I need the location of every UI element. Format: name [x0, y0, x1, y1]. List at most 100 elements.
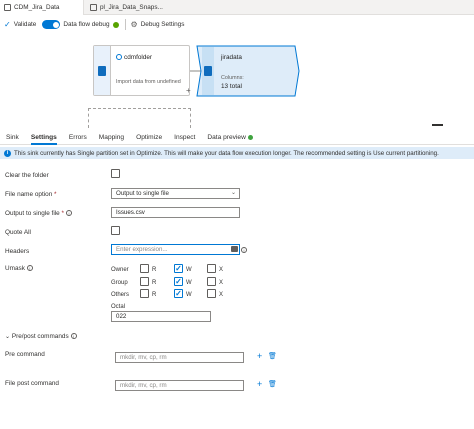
sink-columns-label: Columns:	[221, 75, 244, 81]
toggle-switch[interactable]	[42, 20, 61, 29]
pre-post-commands-header[interactable]: ⌄ Pre/post commands i	[5, 333, 77, 340]
checkmark-icon: ✓	[4, 19, 11, 29]
delete-icon[interactable]: 🗑	[268, 380, 277, 389]
canvas-scroll-indicator	[432, 124, 443, 126]
r-label: R	[152, 267, 157, 273]
post-command-label: File post command	[5, 380, 59, 387]
headers-label: Headers	[5, 248, 30, 255]
headers-expression-input[interactable]: Enter expression...	[111, 244, 240, 255]
label-text: Output to single file	[5, 210, 60, 217]
others-write-checkbox[interactable]	[174, 289, 183, 298]
pre-command-label: Pre command	[5, 351, 45, 358]
quote-all-checkbox[interactable]	[111, 226, 120, 235]
tab-sink[interactable]: Sink	[0, 134, 25, 144]
file-name-option-select[interactable]: Output to single file ⌄	[111, 188, 240, 199]
status-dot-icon	[247, 134, 253, 140]
gear-icon: ⚙	[130, 19, 138, 29]
expression-builder-icon[interactable]	[231, 246, 238, 252]
validate-button[interactable]: ✓ Validate	[4, 19, 37, 29]
r-label: R	[152, 280, 157, 286]
owner-write-checkbox[interactable]	[174, 264, 183, 273]
add-source-placeholder[interactable]	[88, 108, 191, 128]
file-name-option-label: File name option *	[5, 191, 57, 198]
x-label: X	[219, 292, 224, 298]
source-node-header: cdmfolder	[116, 54, 152, 61]
output-file-name-input[interactable]: Issues.csv	[111, 207, 240, 218]
post-command-input[interactable]: mkdir, mv, cp, rm	[115, 380, 244, 391]
group-write-checkbox[interactable]	[174, 277, 183, 286]
info-icon[interactable]: i	[66, 210, 72, 217]
output-single-file-label: Output to single file * i	[5, 210, 72, 217]
tab-errors[interactable]: Errors	[63, 134, 93, 144]
data-flow-debug-toggle[interactable]: Data flow debug	[42, 20, 119, 29]
source-icon	[98, 65, 106, 76]
data-flow-icon	[4, 4, 11, 11]
section-title: Pre/post commands	[11, 333, 69, 340]
x-label: X	[219, 280, 224, 286]
octal-input[interactable]: 022	[111, 311, 211, 322]
w-label: W	[186, 292, 192, 298]
label-text: File name option	[5, 191, 53, 198]
tab-label: Errors	[68, 134, 87, 141]
designer-toolbar: ✓ Validate Data flow debug ⚙ Debug Setti…	[0, 16, 474, 33]
clear-folder-checkbox[interactable]	[111, 169, 120, 178]
tab-inspect[interactable]: Inspect	[168, 134, 201, 144]
others-execute-checkbox[interactable]	[207, 289, 216, 298]
umask-label: Umask i	[5, 265, 33, 272]
add-transformation-plus[interactable]: +	[186, 86, 191, 95]
tab-label: Inspect	[174, 134, 196, 141]
w-label: W	[186, 267, 192, 273]
tab-label: Data preview	[207, 134, 246, 141]
tab-data-preview[interactable]: Data preview	[201, 134, 258, 144]
chevron-down-icon: ⌄	[230, 190, 236, 196]
owner-read-checkbox[interactable]	[140, 264, 149, 273]
info-icon[interactable]: i	[241, 247, 247, 253]
required-mark: *	[54, 191, 57, 198]
validate-label: Validate	[13, 21, 37, 28]
source-icon-area	[94, 46, 111, 95]
umask-group-label: Group	[111, 280, 128, 286]
tab-settings[interactable]: Settings	[25, 134, 63, 145]
others-read-checkbox[interactable]	[140, 289, 149, 298]
doc-tab-label: pl_Jira_Data_Snaps...	[100, 4, 163, 11]
tab-label: Settings	[30, 134, 57, 141]
doc-tab-pipeline[interactable]: pl_Jira_Data_Snaps...	[86, 0, 176, 15]
sink-columns-value: 13 total	[221, 83, 242, 90]
group-read-checkbox[interactable]	[140, 277, 149, 286]
info-icon: i	[4, 149, 11, 157]
tab-optimize[interactable]: Optimize	[130, 134, 168, 144]
umask-owner-label: Owner	[111, 267, 129, 273]
doc-tab-cdm-jira-data[interactable]: CDM_Jira_Data	[0, 0, 84, 15]
add-command-icon[interactable]: +	[257, 352, 262, 361]
label-text: Umask	[5, 265, 25, 272]
delete-icon[interactable]: 🗑	[268, 352, 277, 361]
info-icon[interactable]: i	[26, 265, 33, 272]
sink-node-title: jiradata	[221, 54, 242, 61]
partition-info-bar: i This sink currently has Single partiti…	[0, 147, 474, 159]
status-ok-icon	[112, 21, 119, 28]
tab-label: Sink	[6, 134, 19, 141]
data-flow-debug-label: Data flow debug	[63, 21, 110, 28]
pre-command-input[interactable]: mkdir, mv, cp, rm	[115, 352, 244, 363]
required-mark: *	[61, 210, 65, 217]
sink-settings-tabs: Sink Settings Errors Mapping Optimize In…	[0, 130, 474, 145]
octal-label: Octal	[111, 304, 126, 310]
r-label: R	[152, 292, 157, 298]
debug-settings-button[interactable]: ⚙ Debug Settings	[130, 19, 185, 29]
x-label: X	[219, 267, 224, 273]
sink-node-header: jiradata	[221, 54, 242, 61]
tab-mapping[interactable]: Mapping	[93, 134, 130, 144]
owner-execute-checkbox[interactable]	[207, 264, 216, 273]
toolbar-divider	[124, 19, 126, 30]
source-node-title: cdmfolder	[124, 54, 153, 61]
sink-node-jiradata[interactable]	[196, 45, 300, 97]
source-node-subtitle: Import data from undefined	[116, 79, 181, 85]
group-execute-checkbox[interactable]	[207, 277, 216, 286]
chevron-down-icon: ⌄	[5, 334, 11, 340]
debug-settings-label: Debug Settings	[140, 21, 185, 28]
umask-others-label: Others	[111, 292, 130, 298]
add-command-icon[interactable]: +	[257, 380, 262, 389]
pipeline-icon	[90, 4, 97, 11]
info-message: This sink currently has Single partition…	[14, 149, 439, 157]
info-icon[interactable]: i	[70, 333, 77, 340]
